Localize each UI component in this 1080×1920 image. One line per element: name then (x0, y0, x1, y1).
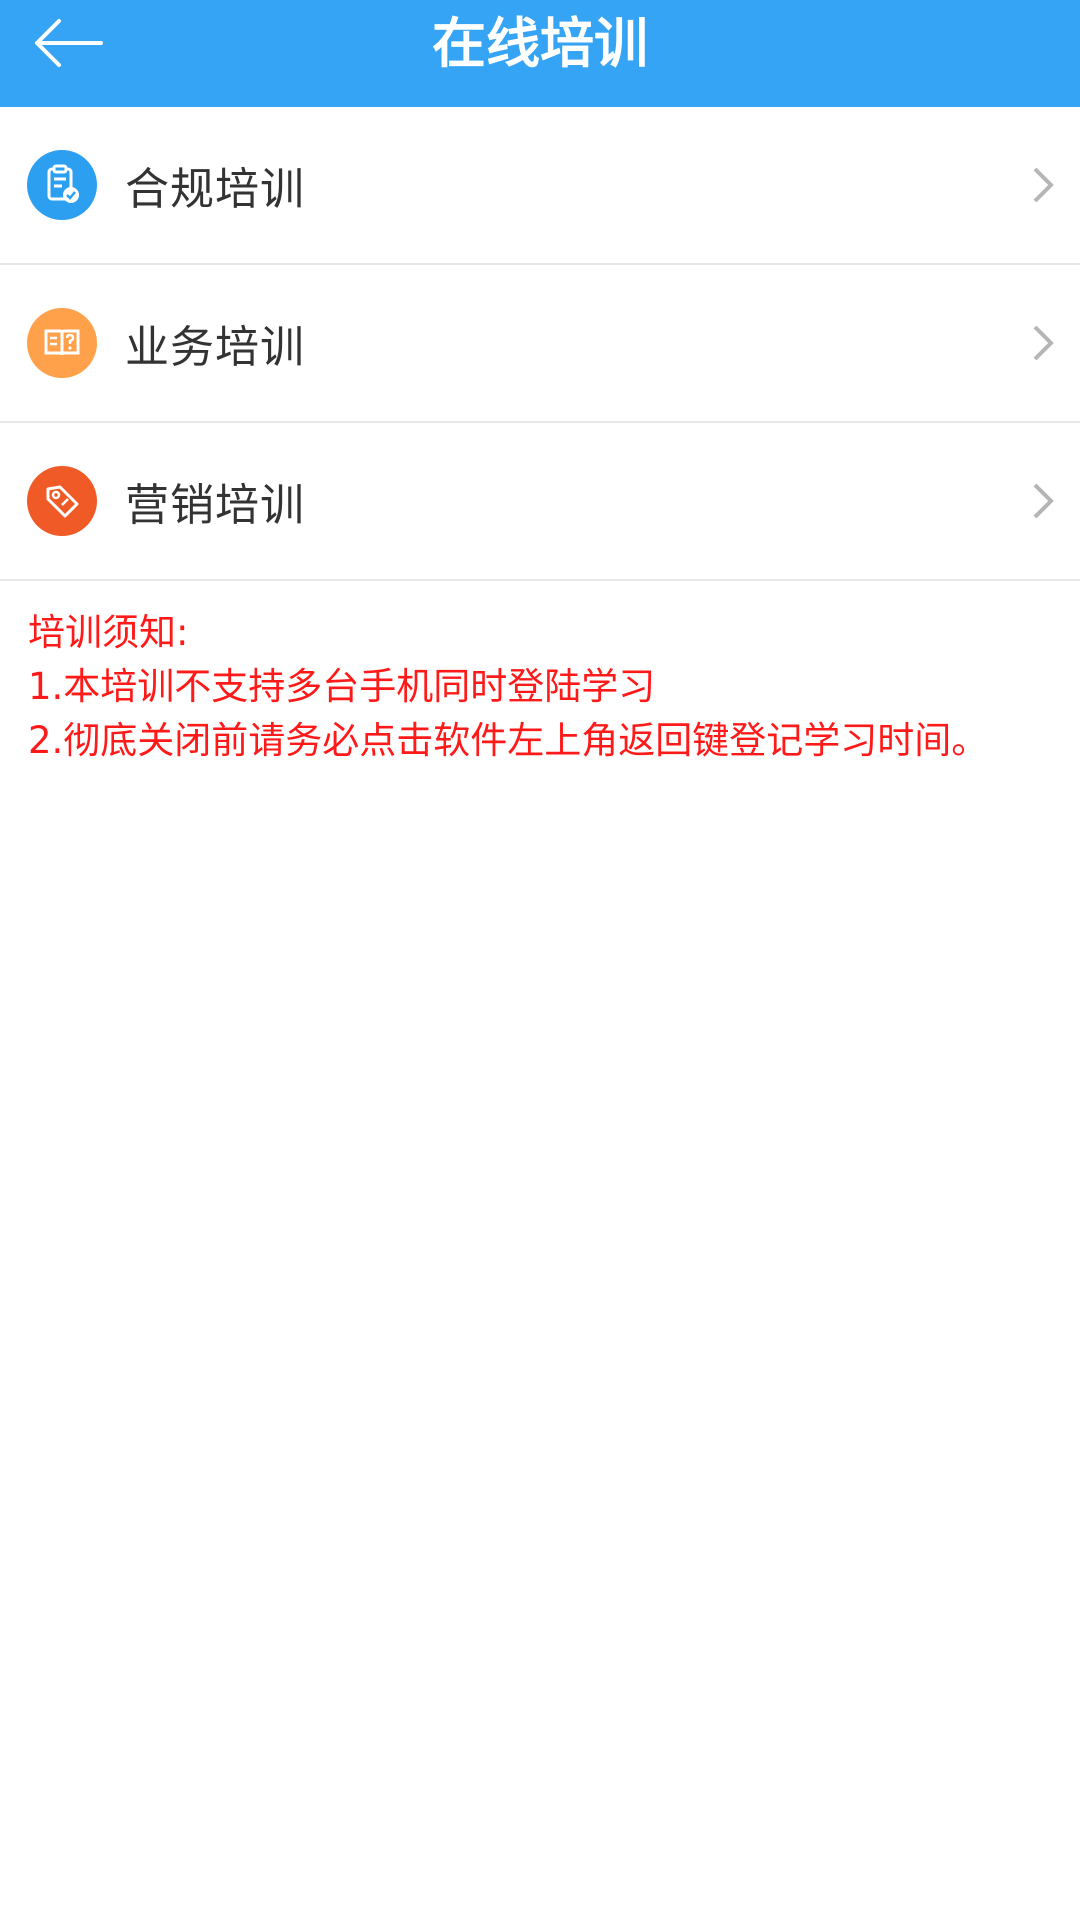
chevron-right-icon (1028, 323, 1058, 363)
clipboard-check-icon (27, 150, 97, 220)
menu-item-label: 营销培训 (125, 480, 305, 531)
back-arrow-icon (35, 19, 103, 67)
chevron-right-icon (1028, 165, 1058, 205)
notice-heading: 培训须知: (28, 611, 189, 654)
back-button[interactable] (22, 4, 112, 82)
menu-item-marketing-training[interactable]: 营销培训 (0, 423, 1080, 581)
menu-item-label: 业务培训 (125, 322, 305, 373)
training-menu-list: 合规培训 业务培训 营销培训 (0, 107, 1080, 581)
menu-item-label: 合规培训 (125, 164, 305, 215)
tag-icon (27, 466, 97, 536)
menu-item-business-training[interactable]: 业务培训 (0, 265, 1080, 423)
chevron-right-icon (1028, 481, 1058, 521)
page-title: 在线培训 (432, 12, 648, 75)
notice-line-1: 1.本培训不支持多台手机同时登陆学习 (28, 665, 656, 708)
notice-line-2: 2.彻底关闭前请务必点击软件左上角返回键登记学习时间。 (28, 719, 989, 762)
training-notice: 培训须知: 1.本培训不支持多台手机同时登陆学习 2.彻底关闭前请务必点击软件左… (28, 606, 1058, 768)
book-icon (27, 308, 97, 378)
app-header: 在线培训 (0, 0, 1080, 107)
menu-item-compliance-training[interactable]: 合规培训 (0, 107, 1080, 265)
